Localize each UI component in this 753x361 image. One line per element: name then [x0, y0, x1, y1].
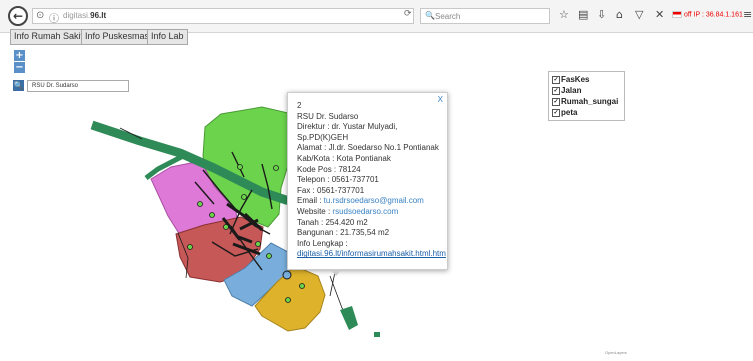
- popup-city: Kab/Kota : Kota Pontianak: [297, 153, 391, 163]
- layer-peta[interactable]: ✓ peta: [552, 107, 621, 118]
- popup-phone: Telepon : 0561-737701: [297, 175, 379, 185]
- search-icon: 🔍: [425, 11, 435, 20]
- history-icon[interactable]: ⊙: [36, 10, 44, 21]
- map-attribution[interactable]: OpenLayers: [605, 350, 627, 355]
- info-puskesmas-button[interactable]: Info Puskesmas: [81, 29, 154, 45]
- selected-facility-marker[interactable]: [282, 270, 292, 280]
- popup-info-label: Info Lengkap :: [297, 238, 348, 248]
- flag-icon: [672, 11, 682, 18]
- layer-jalan[interactable]: ✓ Jalan: [552, 85, 621, 96]
- popup-website-row: Website : rsudsoedarso.com: [297, 207, 441, 218]
- website-link[interactable]: rsudsoedarso.com: [332, 207, 398, 216]
- popup-pointer: [330, 269, 342, 276]
- popup-fax: Fax : 0561-737701: [297, 185, 365, 195]
- home-icon[interactable]: ⌂: [616, 8, 623, 21]
- checkbox-icon[interactable]: ✓: [552, 86, 560, 95]
- menu-icon[interactable]: ≡: [743, 8, 752, 21]
- popup-director: Direktur : dr. Yustar Mulyadi,: [297, 122, 398, 132]
- checkbox-icon[interactable]: ✓: [552, 97, 560, 106]
- bookmark-star-icon[interactable]: ☆: [559, 8, 569, 21]
- website-label: Website :: [297, 206, 333, 216]
- river-marker: [374, 332, 380, 337]
- map-search-icon[interactable]: 🔍: [13, 80, 24, 91]
- layer-switcher: ✓ FasKes ✓ Jalan ✓ Rumah_sungai ✓ peta: [548, 71, 625, 121]
- reload-icon[interactable]: ⟳: [404, 9, 412, 19]
- river-island: [340, 306, 358, 330]
- search-bar[interactable]: 🔍 Search: [420, 8, 550, 24]
- layer-rumah-sungai[interactable]: ✓ Rumah_sungai: [552, 96, 621, 107]
- info-icon[interactable]: ⓘ: [49, 10, 59, 25]
- popup-address: Alamat : Jl.dr. Soedarso No.1 Pontianak: [297, 143, 439, 153]
- popup-building-area: Bangunan : 21.735,54 m2: [297, 228, 390, 238]
- pocket-icon[interactable]: ▽: [635, 8, 643, 21]
- close-x-icon[interactable]: ✕: [655, 8, 664, 21]
- popup-info-link[interactable]: digitasi.96.lt/informasirumahsakit.html.…: [297, 249, 446, 260]
- download-icon[interactable]: ⇩: [597, 8, 606, 21]
- map-search-input[interactable]: RSU Dr. Sudarso: [27, 80, 129, 92]
- layer-faskes[interactable]: ✓ FasKes: [552, 74, 621, 85]
- checkbox-icon[interactable]: ✓: [552, 108, 560, 117]
- address-bar[interactable]: ⊙ ⓘ digitasi.96.lt: [32, 8, 414, 25]
- popup-name: RSU Dr. Sudarso: [297, 111, 359, 121]
- info-lab-button[interactable]: Info Lab: [147, 29, 188, 45]
- popup-postal-code: Kode Pos : 78124: [297, 164, 361, 174]
- zoom-out-button[interactable]: −: [14, 62, 25, 73]
- info-rumah-sakit-button[interactable]: Info Rumah Sakit: [10, 29, 88, 45]
- popup-email-row: Email : tu.rsdrsoedarso@gmail.com: [297, 196, 441, 207]
- back-arrow-icon[interactable]: ←: [8, 6, 28, 26]
- popup-id: 2: [297, 101, 302, 110]
- email-label: Email :: [297, 196, 324, 206]
- checkbox-icon[interactable]: ✓: [552, 75, 560, 84]
- search-placeholder: Search: [435, 12, 461, 21]
- zoom-in-button[interactable]: +: [14, 50, 25, 61]
- facility-popup: X 2 RSU Dr. Sudarso Direktur : dr. Yusta…: [287, 92, 448, 270]
- ip-indicator: off IP : 36.84.1.161: [672, 11, 743, 18]
- popup-director-title: Sp.PD(K)GEH: [297, 132, 349, 142]
- clipboard-icon[interactable]: ▤: [578, 8, 588, 21]
- popup-land-area: Tanah : 254.420 m2: [297, 217, 368, 227]
- close-popup-button[interactable]: X: [438, 95, 443, 104]
- email-link[interactable]: tu.rsdrsoedarso@gmail.com: [324, 196, 424, 205]
- url-text: digitasi.96.lt: [63, 11, 107, 20]
